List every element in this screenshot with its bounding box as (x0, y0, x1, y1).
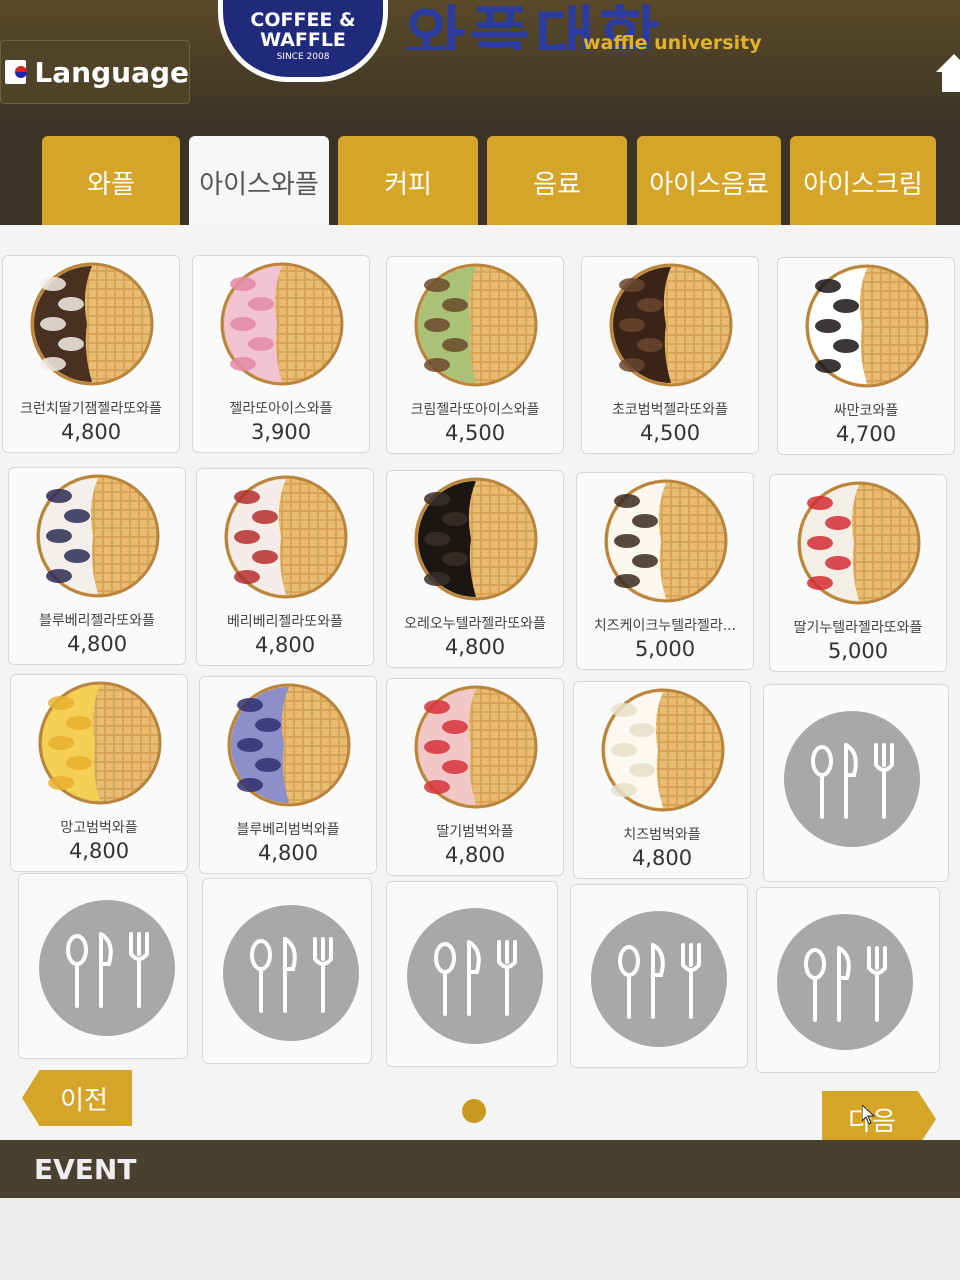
menu-item-price: 4,700 (835, 422, 897, 446)
waffle-image (604, 263, 738, 387)
menu-item-price: 3,900 (250, 420, 312, 444)
waffle-image (25, 262, 159, 386)
cutlery-placeholder-icon (777, 914, 913, 1050)
empty-menu-slot (763, 684, 949, 882)
waffle-image (31, 474, 165, 598)
menu-item[interactable]: 딸기누텔라젤라또와플 5,000 (769, 474, 947, 672)
menu-item-name: 딸기범벅와플 (436, 824, 514, 840)
logo-line-2: WAFFLE (260, 29, 346, 51)
empty-menu-slot (18, 873, 188, 1059)
menu-item[interactable]: 망고범벅와플 4,800 (10, 674, 188, 872)
korea-flag-icon (5, 60, 28, 84)
menu-item[interactable]: 싸만코와플 4,700 (777, 257, 955, 455)
waffle-image (409, 263, 543, 387)
menu-item-name: 치즈범벅와플 (623, 827, 701, 843)
menu-item-name: 싸만코와플 (833, 403, 899, 419)
language-button[interactable]: Language (0, 40, 190, 104)
menu-item[interactable]: 초코범벅젤라또와플 4,500 (581, 256, 759, 454)
menu-item[interactable]: 크림젤라또아이스와플 4,500 (386, 256, 564, 454)
header: Language COFFEE & WAFFLE SINCE 2008 와플대학… (0, 0, 960, 118)
home-icon[interactable] (934, 48, 960, 98)
tab-drink[interactable]: 음료 (487, 136, 627, 228)
menu-item-name: 딸기누텔라젤라또와플 (793, 620, 923, 636)
mouse-cursor-icon (862, 1105, 876, 1125)
brand-name-english: waffle university (583, 32, 762, 54)
page-indicator-dot[interactable] (462, 1099, 486, 1123)
menu-item-price: 4,800 (60, 420, 122, 444)
prev-page-button[interactable]: 이전 (22, 1070, 132, 1126)
waffle-image (409, 477, 543, 601)
menu-item-price: 4,800 (444, 843, 506, 867)
next-page-button[interactable]: 다음 (822, 1091, 936, 1147)
menu-item-price: 4,500 (444, 421, 506, 445)
language-label: Language (34, 55, 189, 89)
event-section-header: EVENT (0, 1140, 960, 1198)
menu-panel: 크런치딸기잼젤라또와플 4,800 젤라또아이스와플 3,900 크림젤라또아이… (0, 225, 960, 1147)
menu-item-name: 블루베리범벅와플 (236, 822, 340, 838)
menu-item-price: 4,500 (639, 421, 701, 445)
menu-item-price: 5,000 (634, 637, 696, 661)
menu-item-price: 5,000 (827, 639, 889, 663)
waffle-image (599, 479, 733, 603)
menu-item-name: 젤라또아이스와플 (229, 401, 333, 417)
menu-item-price: 4,800 (254, 633, 316, 657)
empty-menu-slot (202, 878, 372, 1064)
logo-since: SINCE 2008 (276, 52, 330, 62)
menu-item-name: 오레오누텔라젤라또와플 (404, 616, 546, 632)
menu-item[interactable]: 딸기범벅와플 4,800 (386, 678, 564, 876)
waffle-image (215, 262, 349, 386)
waffle-image (222, 683, 356, 807)
menu-item-price: 4,800 (631, 846, 693, 870)
waffle-image (219, 475, 353, 599)
empty-menu-slot (386, 881, 558, 1067)
waffle-image (409, 685, 543, 809)
empty-menu-slot (756, 887, 940, 1073)
menu-item[interactable]: 베리베리젤라또와플 4,800 (196, 468, 374, 666)
menu-item[interactable]: 오레오누텔라젤라또와플 4,800 (386, 470, 564, 668)
waffle-image (800, 264, 934, 388)
waffle-image (596, 688, 730, 812)
cutlery-placeholder-icon (784, 711, 920, 847)
logo-line-1: COFFEE & (250, 9, 356, 31)
menu-item-name: 베리베리젤라또와플 (227, 614, 343, 630)
menu-item[interactable]: 치즈케이크누텔라젤라... 5,000 (576, 472, 754, 670)
category-tabs: 와플 아이스와플 커피 음료 아이스음료 아이스크림 (0, 118, 960, 228)
menu-item-price: 4,800 (66, 632, 128, 656)
cutlery-placeholder-icon (591, 911, 727, 1047)
waffle-image (33, 681, 167, 805)
menu-item-name: 망고범벅와플 (60, 820, 138, 836)
cutlery-placeholder-icon (223, 905, 359, 1041)
tab-waffle[interactable]: 와플 (42, 136, 180, 228)
menu-item-name: 크림젤라또아이스와플 (410, 402, 540, 418)
menu-item[interactable]: 블루베리젤라또와플 4,800 (8, 467, 186, 665)
brand-logo: COFFEE & WAFFLE SINCE 2008 (218, 0, 388, 82)
tab-ice-cream[interactable]: 아이스크림 (790, 136, 936, 228)
menu-item[interactable]: 치즈범벅와플 4,800 (573, 681, 751, 879)
menu-item[interactable]: 젤라또아이스와플 3,900 (192, 255, 370, 453)
cutlery-placeholder-icon (39, 900, 175, 1036)
tab-coffee[interactable]: 커피 (338, 136, 478, 228)
menu-item-price: 4,800 (257, 841, 319, 865)
menu-item-price: 4,800 (444, 635, 506, 659)
menu-item[interactable]: 크런치딸기잼젤라또와플 4,800 (2, 255, 180, 453)
event-label: EVENT (34, 1152, 137, 1186)
menu-item-name: 블루베리젤라또와플 (39, 613, 155, 629)
empty-menu-slot (570, 884, 748, 1068)
waffle-image (792, 481, 926, 605)
menu-item-price: 4,800 (68, 839, 130, 863)
menu-item[interactable]: 블루베리범벅와플 4,800 (199, 676, 377, 874)
menu-item-name: 크런치딸기잼젤라또와플 (20, 401, 162, 417)
event-banner-area[interactable] (0, 1198, 960, 1280)
cutlery-placeholder-icon (407, 908, 543, 1044)
tab-ice-drink[interactable]: 아이스음료 (637, 136, 781, 228)
menu-item-name: 초코범벅젤라또와플 (612, 402, 728, 418)
menu-item-name: 치즈케이크누텔라젤라... (593, 618, 737, 634)
tab-ice-waffle[interactable]: 아이스와플 (189, 136, 329, 228)
